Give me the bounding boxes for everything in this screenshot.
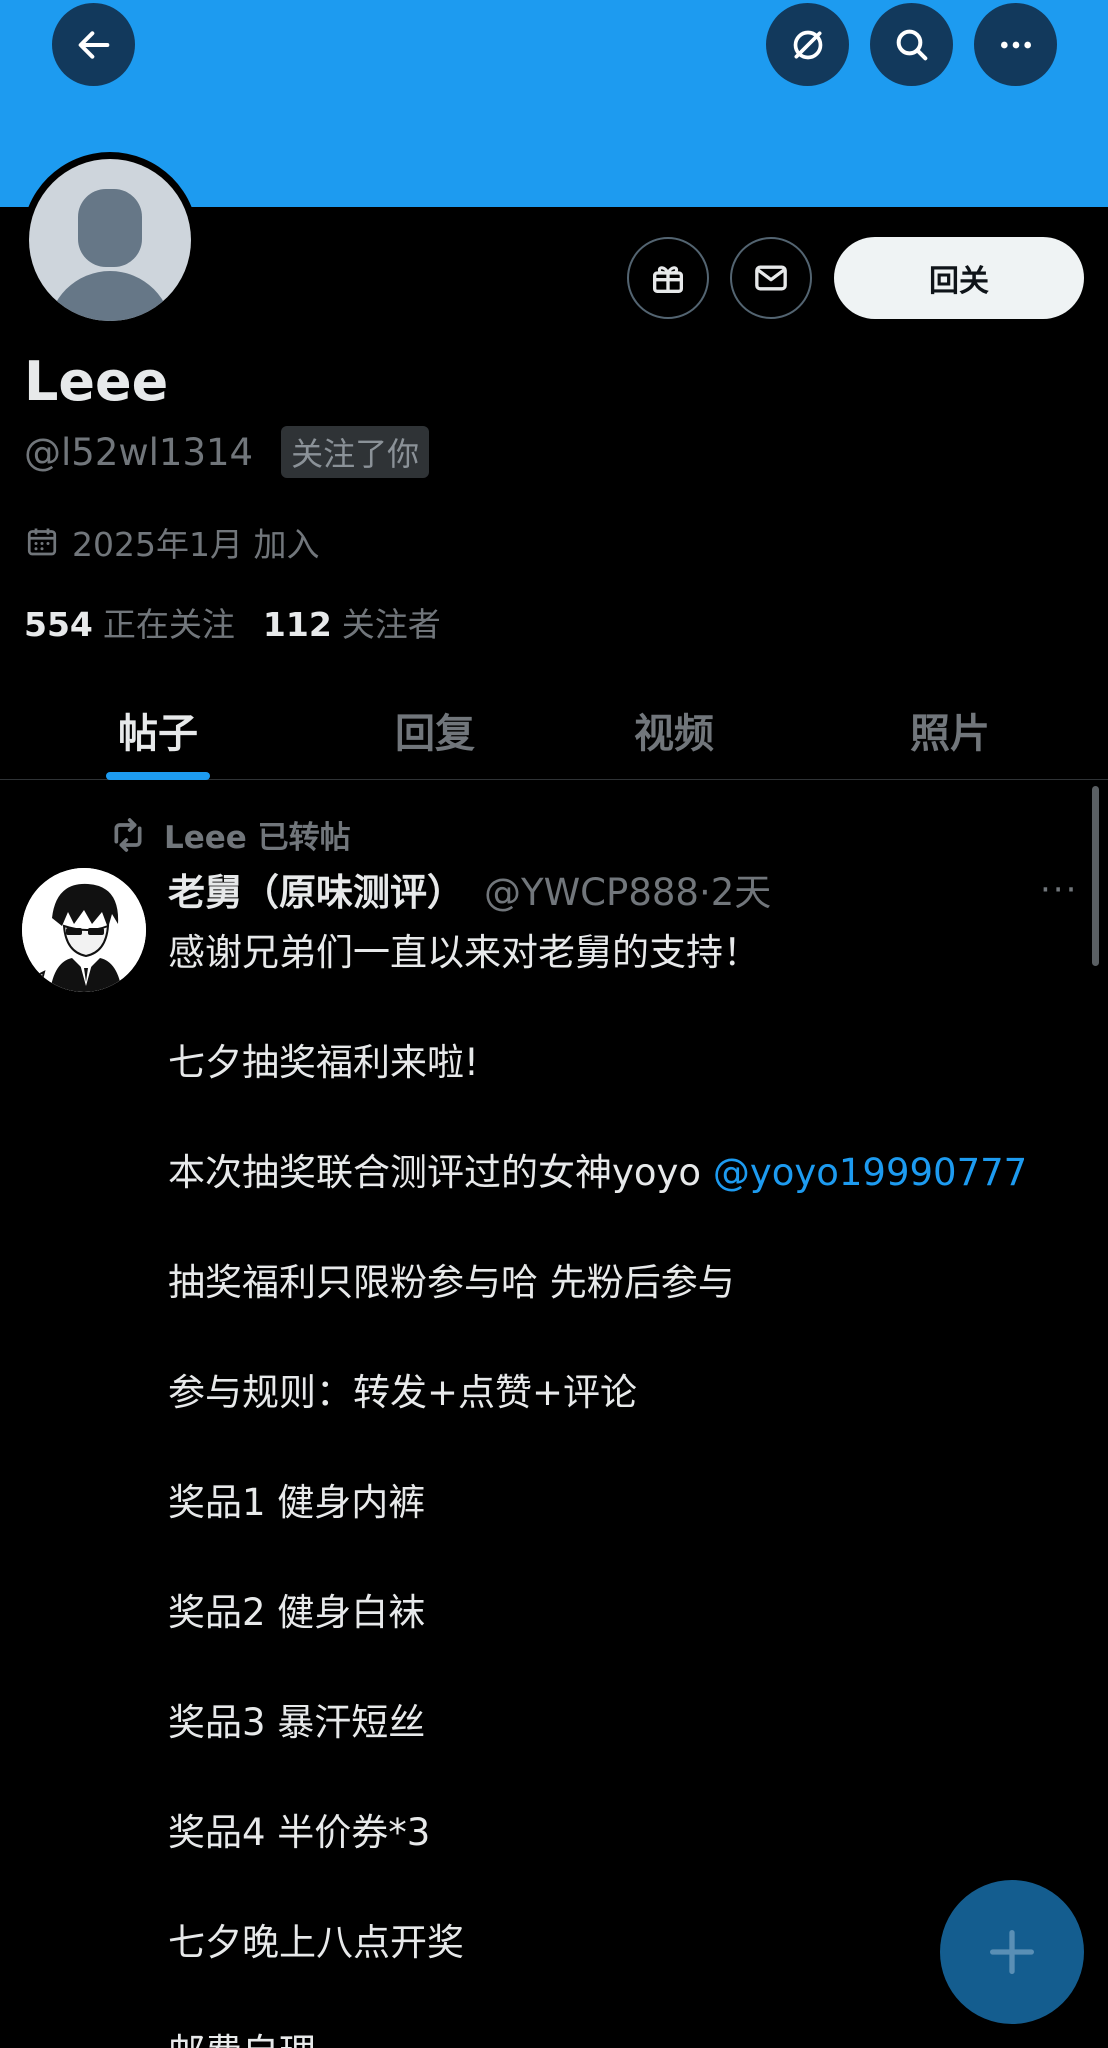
repost-indicator[interactable]: Leee 已转帖	[108, 812, 351, 857]
post-author-name[interactable]: 老舅（原味测评）	[168, 862, 464, 916]
search-button[interactable]	[870, 3, 953, 86]
follows-you-badge: 关注了你	[281, 426, 430, 478]
more-horizontal-icon	[1000, 41, 1031, 48]
post-text-line: 奖品1 健身内裤	[168, 1481, 426, 1524]
follow-stats: 554 正在关注 112 关注者	[24, 598, 469, 646]
more-options-button[interactable]	[974, 3, 1057, 86]
handle-row: @l52wl1314 关注了你	[24, 426, 430, 478]
tab-photos[interactable]: 照片	[892, 680, 1008, 780]
search-icon	[896, 29, 927, 60]
repost-icon	[114, 817, 142, 852]
post-text-line: 本次抽奖联合测评过的女神yoyo @yoyo19990777	[168, 1142, 1027, 1196]
post-author-avatar[interactable]	[22, 868, 146, 992]
following-count[interactable]: 554	[24, 605, 93, 644]
active-tab-indicator	[106, 772, 210, 780]
following-label[interactable]: 正在关注	[103, 598, 235, 646]
join-date: 2025年1月 加入	[24, 518, 319, 566]
follow-back-button[interactable]: 回关	[834, 237, 1084, 319]
post-text-line: 七夕晚上八点开奖	[168, 1921, 464, 1964]
compose-post-button[interactable]	[940, 1880, 1084, 2024]
author-avatar-image	[22, 868, 146, 992]
grok-icon	[793, 30, 822, 59]
scrollbar[interactable]	[1092, 786, 1099, 966]
gift-icon	[653, 266, 683, 293]
tab-posts[interactable]: 帖子	[100, 680, 216, 780]
gift-button[interactable]	[627, 237, 709, 319]
post-text-line: 感谢兄弟们一直以来对老舅的支持！	[168, 931, 760, 974]
join-date-text: 2025年1月 加入	[72, 525, 320, 564]
post-header: 老舅（原味测评） @YWCP888·2天	[168, 862, 771, 916]
profile-avatar[interactable]	[22, 152, 198, 328]
grok-button[interactable]	[766, 3, 849, 86]
post-text-line: 邮费自理	[168, 2022, 316, 2048]
post-more-options[interactable]: ···	[1040, 870, 1078, 910]
mention-link[interactable]: @yoyo19990777	[713, 1151, 1027, 1194]
profile-tabs: 帖子 回复 视频 照片	[0, 680, 1108, 780]
followers-count[interactable]: 112	[263, 605, 332, 644]
repost-text: Leee 已转帖	[164, 820, 351, 856]
post-text-line: 奖品2 健身白袜	[168, 1591, 426, 1634]
display-name: Leee	[24, 350, 169, 413]
plus-icon	[990, 1930, 1034, 1974]
back-button[interactable]	[52, 3, 135, 86]
default-avatar-icon	[29, 159, 191, 321]
post-text-segment: 本次抽奖联合测评过的女神yoyo	[168, 1151, 713, 1194]
message-button[interactable]	[730, 237, 812, 319]
post-text-line: 七夕抽奖福利来啦!	[168, 1041, 479, 1084]
post-author-handle-time[interactable]: @YWCP888·2天	[484, 862, 771, 916]
calendar-icon	[27, 528, 57, 556]
post-text-line: 参与规则：转发+点赞+评论	[168, 1371, 638, 1414]
back-arrow-icon	[78, 30, 109, 59]
post-text-line: 奖品3 暴汗短丝	[168, 1701, 426, 1744]
mail-icon	[755, 265, 787, 291]
tab-replies[interactable]: 回复	[380, 680, 490, 780]
post-text-line: 抽奖福利只限粉参与哈 先粉后参与	[168, 1261, 735, 1304]
followers-label[interactable]: 关注者	[342, 598, 441, 646]
tab-videos[interactable]: 视频	[614, 680, 734, 780]
user-handle: @l52wl1314	[24, 430, 254, 474]
post-text-line: 奖品4 半价券*3	[168, 1811, 431, 1854]
